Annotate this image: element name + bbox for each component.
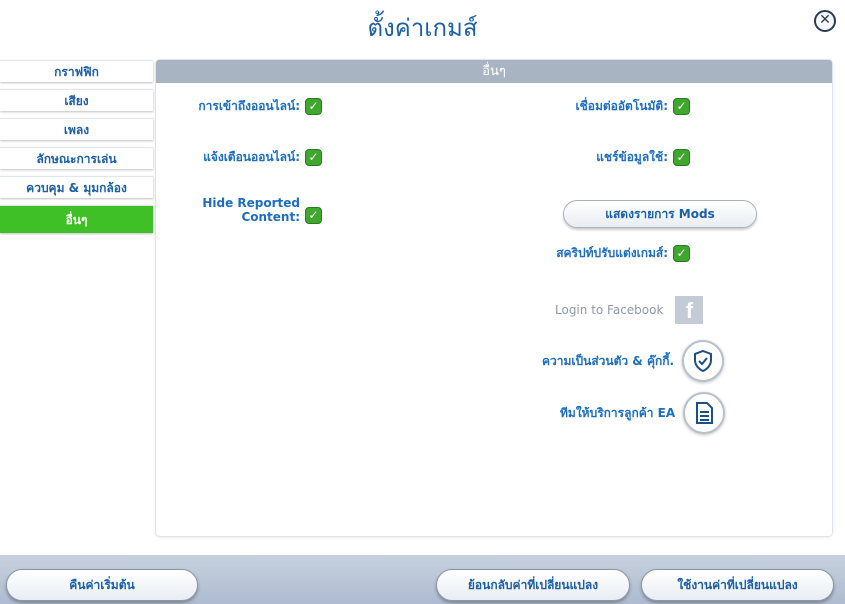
auto-connect-label: เชื่อมต่ออัตโนมัติ: — [575, 99, 668, 113]
sidebar-item-graphics[interactable]: กราฟฟิก — [0, 60, 153, 82]
script-mods-label: สคริปท์ปรับแต่งเกมส์: — [556, 246, 668, 260]
script-mods-checkbox[interactable]: ✓ — [673, 245, 690, 262]
panel-header: อื่นๆ — [156, 60, 832, 83]
auto-connect-checkbox[interactable]: ✓ — [673, 98, 690, 115]
shield-check-icon[interactable] — [682, 340, 725, 382]
online-access-checkbox[interactable]: ✓ — [305, 98, 322, 115]
online-notifications-checkbox[interactable]: ✓ — [305, 149, 322, 166]
show-mods-button[interactable]: แสดงรายการ Mods — [563, 200, 757, 228]
privacy-cookies-label[interactable]: ความเป็นส่วนตัว & คุ๊กกี้. — [542, 352, 674, 371]
document-icon[interactable] — [683, 392, 726, 434]
online-notifications-label: แจ้งเตือนออนไลน์: — [203, 150, 300, 164]
online-notifications-option: แจ้งเตือนออนไลน์: ✓ — [166, 148, 322, 167]
revert-changes-button[interactable]: ย้อนกลับค่าที่เปลี่ยนแปลง — [436, 569, 630, 601]
settings-panel: อื่นๆ — [156, 60, 832, 536]
hide-reported-content-label: Hide Reported Content: — [202, 196, 300, 224]
share-data-label: แชร์ข้อมูลใช้: — [596, 150, 668, 164]
script-mods-option: สคริปท์ปรับแต่งเกมส์: ✓ — [520, 244, 690, 263]
settings-window: ตั้งค่าเกมส์ ✕ กราฟฟิก เสียง เพลง ลักษณะ… — [0, 0, 845, 555]
facebook-login-row[interactable]: Login to Facebook f — [555, 296, 704, 324]
online-access-option: การเข้าถึงออนไลน์: ✓ — [166, 97, 322, 116]
hide-reported-content-checkbox[interactable]: ✓ — [305, 207, 322, 224]
sidebar-item-music[interactable]: เพลง — [0, 118, 153, 140]
privacy-cookies-row[interactable]: ความเป็นส่วนตัว & คุ๊กกี้. — [542, 340, 725, 382]
facebook-login-label[interactable]: Login to Facebook — [555, 303, 663, 317]
hide-reported-content-label-line1: Hide Reported — [202, 196, 300, 210]
hide-reported-content-label-line2: Content: — [241, 210, 300, 224]
settings-sidebar: กราฟฟิก เสียง เพลง ลักษณะการเล่น ควบคุม … — [0, 60, 153, 240]
close-button[interactable]: ✕ — [814, 10, 836, 32]
sidebar-item-other[interactable]: อื่นๆ — [0, 205, 153, 233]
share-data-checkbox[interactable]: ✓ — [673, 149, 690, 166]
apply-changes-button[interactable]: ใช้งานค่าที่เปลี่ยนแปลง — [641, 569, 834, 601]
sidebar-item-controls-camera[interactable]: ควบคุม & มุมกล้อง — [0, 176, 153, 198]
sidebar-item-gameplay[interactable]: ลักษณะการเล่น — [0, 147, 153, 169]
share-data-option: แชร์ข้อมูลใช้: ✓ — [530, 148, 690, 167]
sidebar-item-audio[interactable]: เสียง — [0, 89, 153, 111]
facebook-icon[interactable]: f — [675, 296, 704, 324]
online-access-label: การเข้าถึงออนไลน์: — [198, 99, 300, 113]
bottom-bar: คืนค่าเริ่มต้น ย้อนกลับค่าที่เปลี่ยนแปลง… — [0, 555, 845, 604]
auto-connect-option: เชื่อมต่ออัตโนมัติ: ✓ — [530, 97, 690, 116]
ea-help-label[interactable]: ทีมให้บริการลูกค้า EA — [560, 404, 675, 423]
hide-reported-content-option: Hide Reported Content: ✓ — [166, 196, 322, 224]
ea-help-row[interactable]: ทีมให้บริการลูกค้า EA — [560, 392, 726, 434]
window-title: ตั้งค่าเกมส์ — [367, 14, 478, 42]
reset-defaults-button[interactable]: คืนค่าเริ่มต้น — [6, 569, 198, 601]
